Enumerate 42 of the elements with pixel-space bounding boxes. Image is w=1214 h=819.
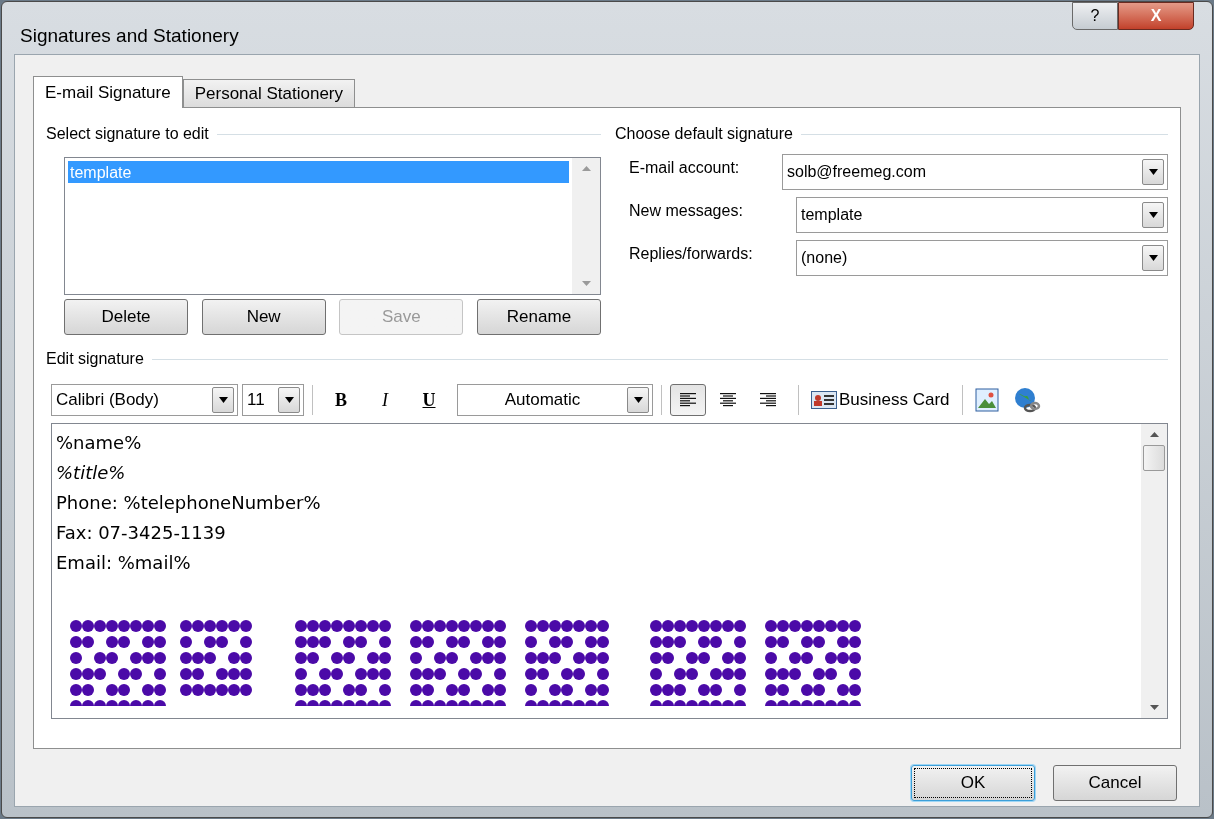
signature-line: Email: %mail%	[56, 551, 191, 575]
format-button[interactable]: B	[321, 385, 361, 415]
signature-line: Fax: 07-3425-1139	[56, 521, 226, 545]
image-icon[interactable]	[974, 388, 999, 412]
field-label: E-mail account:	[629, 158, 740, 178]
font-dropdown[interactable]: Calibri (Body)	[51, 384, 238, 416]
scroll-up-icon[interactable]	[1149, 432, 1159, 437]
format-button[interactable]: U	[409, 385, 449, 415]
dialog-button[interactable]: OK	[911, 765, 1035, 801]
dropdown[interactable]: (none)	[796, 240, 1168, 276]
align-icon	[760, 393, 776, 407]
align-icon	[720, 393, 736, 407]
scroll-thumb[interactable]	[1143, 445, 1165, 471]
signature-line: %title%	[56, 461, 126, 485]
format-button[interactable]: I	[365, 385, 405, 415]
help-button[interactable]: ?	[1072, 2, 1118, 30]
field-label: Replies/forwards:	[629, 244, 753, 264]
card-icon	[811, 391, 837, 409]
align-icon	[680, 393, 696, 407]
link-globe-icon[interactable]	[1012, 386, 1041, 414]
signature-line: %name%	[56, 431, 142, 455]
section-heading: Edit signature	[46, 349, 144, 369]
section-heading: Choose default signature	[615, 124, 793, 144]
scrollbar[interactable]	[1141, 424, 1167, 718]
align-button[interactable]	[670, 384, 706, 416]
signature-editor[interactable]: %name% %title% Phone: %telephoneNumber% Fax: 07-3425-1139 Email: %mail%	[51, 423, 1168, 719]
business-card-button[interactable]: Business Card	[811, 385, 950, 415]
signature-line: Phone: %telephoneNumber%	[56, 491, 321, 515]
dropdown[interactable]: template	[796, 197, 1168, 233]
dialog-button[interactable]: New	[201, 299, 326, 335]
scroll-down-icon[interactable]	[1149, 705, 1159, 710]
color-dropdown[interactable]: Automatic	[457, 384, 653, 416]
dialog-button[interactable]: Delete	[64, 299, 188, 335]
dialog-button[interactable]: Cancel	[1053, 765, 1177, 801]
window-title: Signatures and Stationery	[20, 24, 239, 48]
section-heading: Select signature to edit	[46, 124, 209, 144]
tab[interactable]: Personal Stationery	[182, 79, 356, 107]
tab[interactable]: E-mail Signature	[33, 76, 183, 108]
size-dropdown[interactable]: 11	[242, 384, 304, 416]
field-label: New messages:	[629, 201, 743, 221]
dropdown[interactable]: solb@freemeg.com	[782, 154, 1168, 190]
dialog-button[interactable]: Rename	[476, 299, 601, 335]
